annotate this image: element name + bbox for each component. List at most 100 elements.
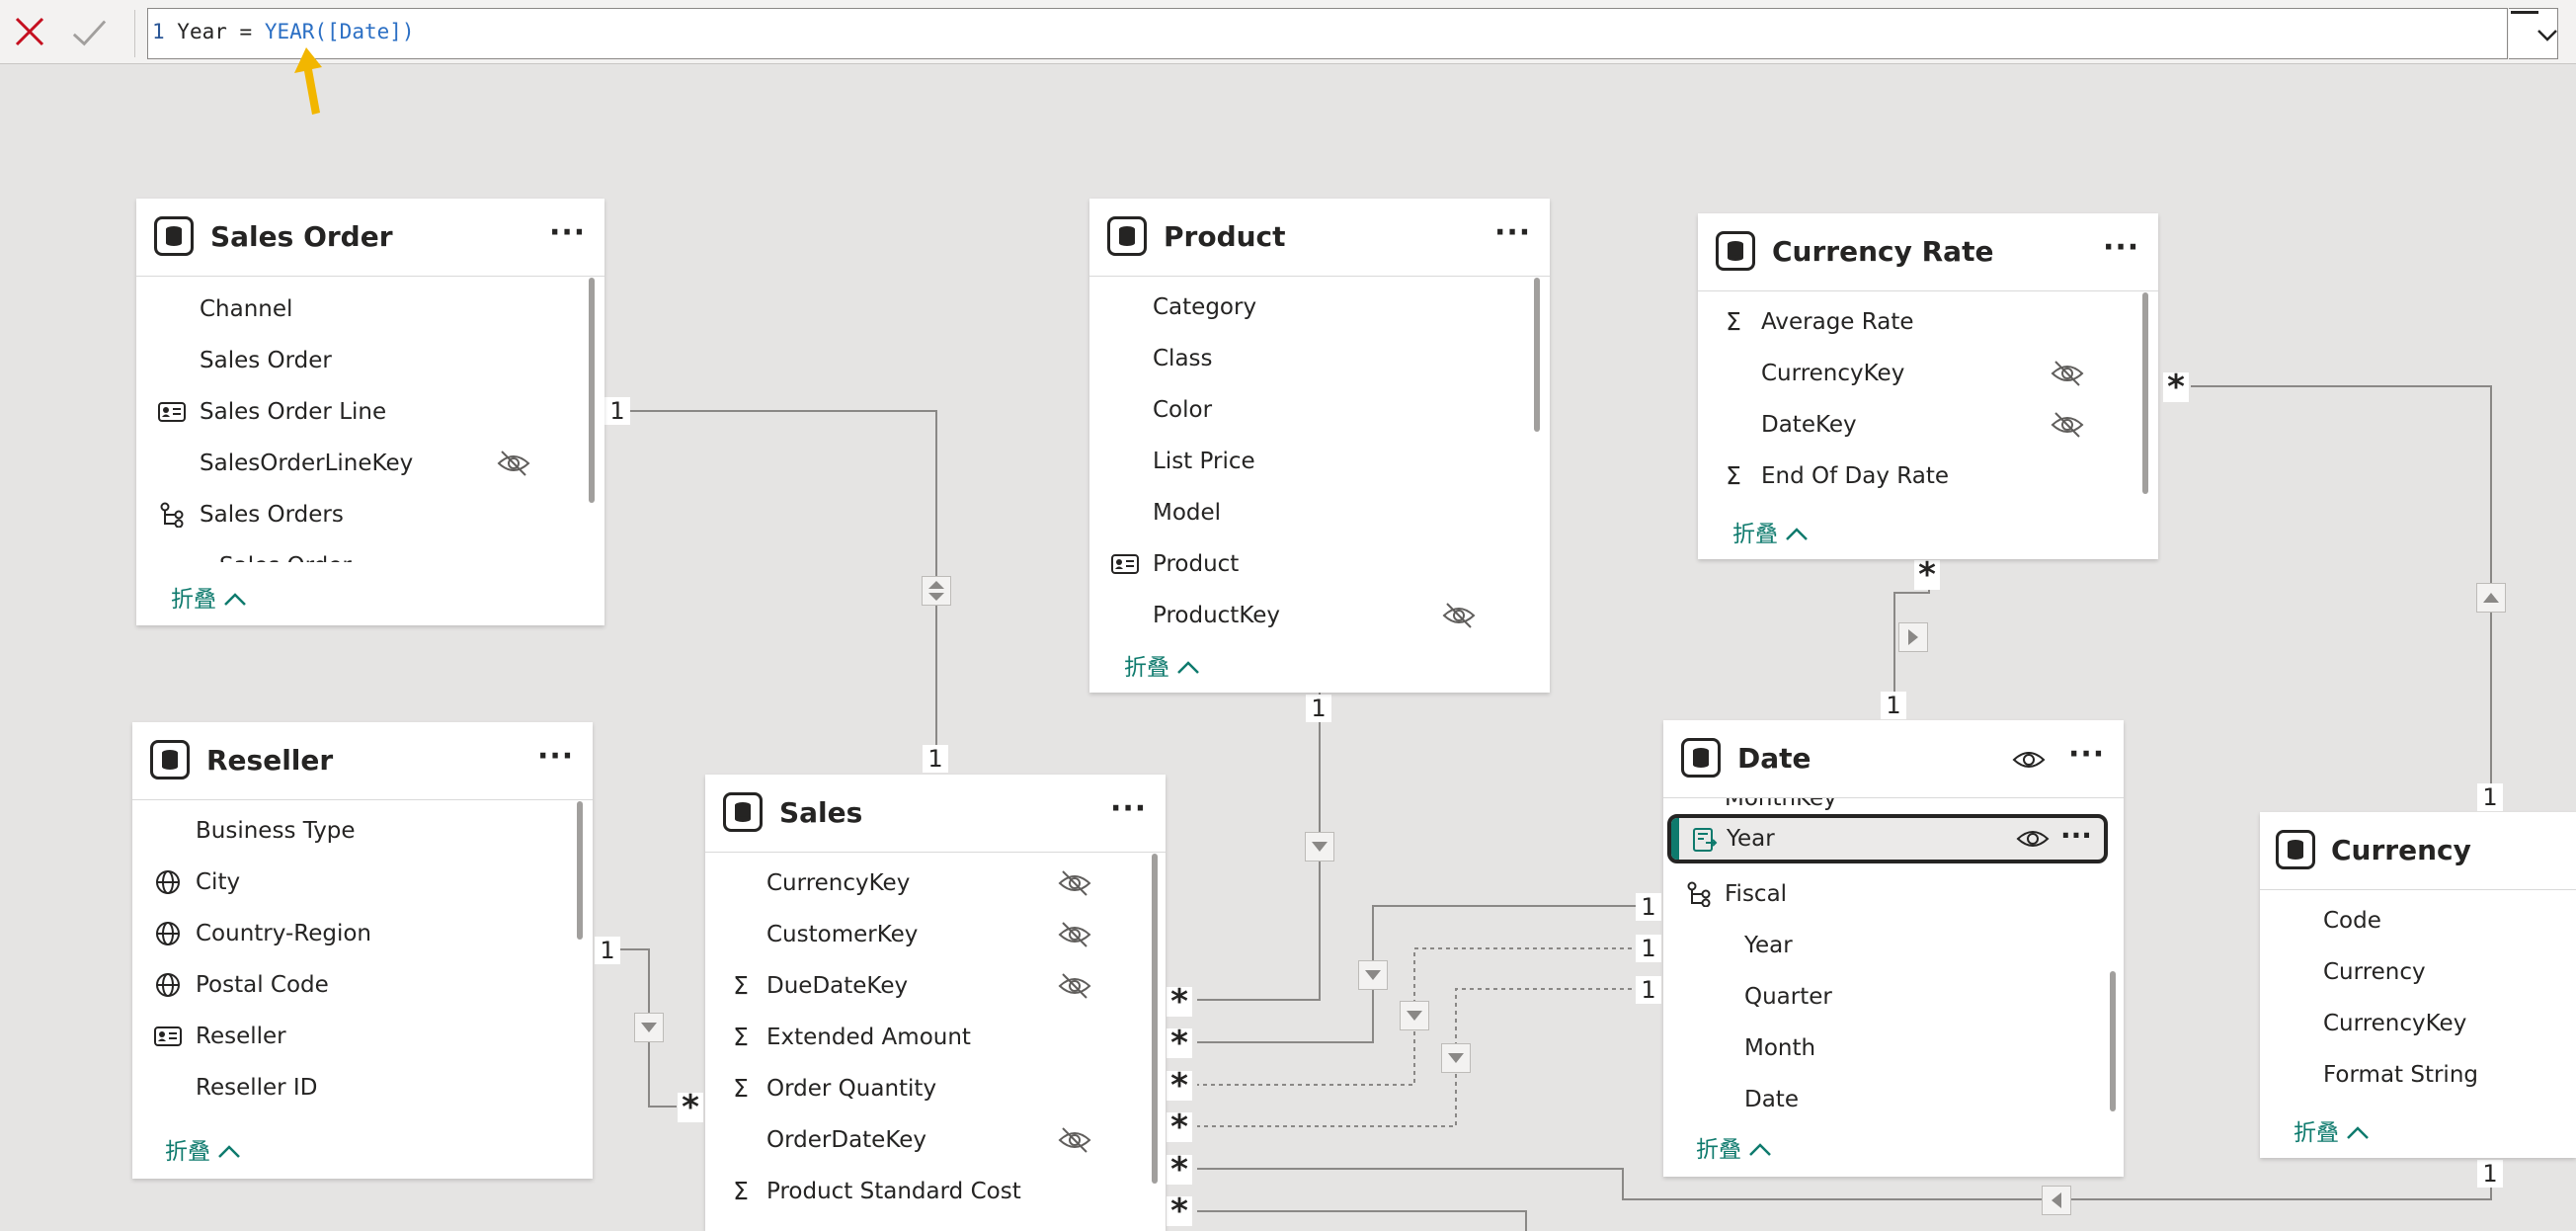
visible-eye-icon[interactable] xyxy=(2015,825,2051,853)
hidden-eye-icon[interactable] xyxy=(1057,921,1092,948)
field-row[interactable]: Σ Product Standard Cost xyxy=(705,1166,1130,1217)
scrollbar[interactable] xyxy=(577,801,583,940)
field-row[interactable]: Sales Order Line xyxy=(136,386,571,438)
collapse-label: 折叠 xyxy=(1696,1137,1741,1163)
collapse-button[interactable]: 折叠 xyxy=(165,1132,241,1166)
field-row[interactable]: Σ Average Rate xyxy=(1698,296,2123,348)
field-row[interactable]: Reseller ID xyxy=(132,1062,557,1113)
cardinality-many: * xyxy=(1167,1110,1192,1144)
table-card-date[interactable]: Date ··· MonthKey Year ··· Fiscal Year Q… xyxy=(1663,720,2124,1177)
field-label: List Price xyxy=(1153,449,1255,474)
hidden-eye-icon[interactable] xyxy=(2050,411,2085,439)
scrollbar[interactable] xyxy=(2110,971,2116,1111)
field-row[interactable]: Channel xyxy=(136,284,571,335)
field-row[interactable]: Business Type xyxy=(132,805,557,857)
hidden-eye-icon[interactable] xyxy=(2050,360,2085,387)
filter-direction-up[interactable] xyxy=(2476,583,2506,613)
collapse-button[interactable]: 折叠 xyxy=(1732,515,1809,548)
filter-direction-down[interactable] xyxy=(634,1013,664,1042)
hidden-eye-icon[interactable] xyxy=(1057,972,1092,1000)
filter-direction-down[interactable] xyxy=(1400,1001,1429,1030)
field-row[interactable]: Σ DueDateKey xyxy=(705,960,1130,1012)
field-row[interactable]: Σ Extended Amount xyxy=(705,1012,1130,1063)
field-row[interactable]: Month xyxy=(1663,1023,2088,1074)
field-row[interactable]: Year xyxy=(1663,920,2088,971)
globe-icon xyxy=(154,971,182,999)
table-card-header: Reseller ··· xyxy=(132,722,593,800)
field-row[interactable]: City xyxy=(132,857,557,908)
more-options-button[interactable]: ··· xyxy=(2068,720,2105,789)
field-row[interactable]: Date xyxy=(1663,1074,2088,1125)
scrollbar[interactable] xyxy=(1534,278,1540,432)
filter-direction-left[interactable] xyxy=(2042,1186,2071,1215)
more-options-button[interactable]: ··· xyxy=(1110,775,1147,844)
filter-direction-down[interactable] xyxy=(1441,1043,1471,1073)
hidden-eye-icon[interactable] xyxy=(1441,602,1477,629)
scrollbar[interactable] xyxy=(589,278,595,503)
sigma-icon: Σ xyxy=(1726,461,1741,490)
collapse-button[interactable]: 折叠 xyxy=(1696,1130,1772,1164)
field-row[interactable]: Fiscal xyxy=(1663,868,2088,920)
field-row[interactable]: Postal Code xyxy=(132,959,557,1011)
hidden-eye-icon[interactable] xyxy=(1057,1126,1092,1154)
field-row[interactable]: Currency xyxy=(2260,946,2556,998)
more-options-button[interactable]: ··· xyxy=(549,199,586,268)
filter-direction-down[interactable] xyxy=(1358,960,1388,990)
field-row[interactable]: Model xyxy=(1089,487,1514,538)
field-row[interactable]: Quarter xyxy=(1663,971,2088,1023)
collapse-button[interactable]: 折叠 xyxy=(171,580,247,614)
cardinality-many: * xyxy=(1167,1026,1192,1060)
hierarchy-icon xyxy=(158,501,186,529)
more-options-button[interactable]: ··· xyxy=(1494,199,1531,268)
field-row[interactable]: OrderDateKey xyxy=(705,1114,1130,1166)
field-row[interactable]: Σ End Of Day Rate xyxy=(1698,451,2123,502)
table-title: Product xyxy=(1164,220,1286,253)
table-card-reseller[interactable]: Reseller ··· Business Type City Country-… xyxy=(132,722,593,1179)
field-row[interactable]: Reseller xyxy=(132,1011,557,1062)
field-row[interactable]: Color xyxy=(1089,384,1514,436)
visible-eye-icon[interactable] xyxy=(2011,746,2047,774)
hidden-eye-icon[interactable] xyxy=(496,450,531,477)
field-row[interactable]: Country-Region xyxy=(132,908,557,959)
field-row[interactable]: Format String xyxy=(2260,1049,2556,1101)
cardinality-one: 1 xyxy=(1881,692,1906,719)
field-row[interactable]: Product xyxy=(1089,538,1514,590)
table-card-currency[interactable]: Currency Code Currency CurrencyKey Forma… xyxy=(2260,812,2576,1158)
cardinality-many: * xyxy=(1167,1194,1192,1228)
more-options-button[interactable]: ··· xyxy=(537,722,574,791)
field-row[interactable]: DateKey xyxy=(1698,399,2123,451)
hidden-eye-icon[interactable] xyxy=(1057,869,1092,897)
table-card-product[interactable]: Product ··· Category Class Color List Pr… xyxy=(1089,199,1550,693)
table-card-sales-order[interactable]: Sales Order ··· Channel Sales Order Sale… xyxy=(136,199,604,625)
field-row[interactable]: CurrencyKey xyxy=(705,858,1130,909)
field-label: Category xyxy=(1153,294,1257,320)
field-row[interactable]: CurrencyKey xyxy=(2260,998,2556,1049)
field-row[interactable]: Class xyxy=(1089,333,1514,384)
field-row[interactable]: Code xyxy=(2260,895,2556,946)
field-row[interactable]: CustomerKey xyxy=(705,909,1130,960)
more-options-button[interactable]: ··· xyxy=(2103,213,2139,283)
selected-field-row[interactable]: Year ··· xyxy=(1667,814,2108,863)
table-card-sales[interactable]: Sales ··· CurrencyKey CustomerKey Σ DueDa… xyxy=(705,775,1166,1231)
scrollbar[interactable] xyxy=(2142,292,2148,494)
field-more-button[interactable]: ··· xyxy=(2060,818,2092,854)
field-row[interactable]: Category xyxy=(1089,282,1514,333)
field-row[interactable]: List Price xyxy=(1089,436,1514,487)
field-row[interactable]: Sales Order xyxy=(136,540,571,562)
collapse-button[interactable]: 折叠 xyxy=(1124,648,1200,682)
field-row[interactable]: SalesOrderLineKey xyxy=(136,438,571,489)
field-row[interactable]: Sales Orders xyxy=(136,489,571,540)
field-label: Reseller xyxy=(196,1024,286,1049)
filter-direction-right[interactable] xyxy=(1898,622,1928,652)
collapse-button[interactable]: 折叠 xyxy=(2294,1113,2370,1147)
field-row[interactable]: ProductKey xyxy=(1089,590,1514,641)
field-row[interactable]: Sales Order xyxy=(136,335,571,386)
field-row[interactable]: Σ Order Quantity xyxy=(705,1063,1130,1114)
scrollbar[interactable] xyxy=(1152,854,1158,1184)
filter-direction-both[interactable] xyxy=(922,576,951,606)
table-card-currency-rate[interactable]: Currency Rate ··· Σ Average Rate Currency… xyxy=(1698,213,2158,559)
field-row[interactable]: CurrencyKey xyxy=(1698,348,2123,399)
filter-direction-down[interactable] xyxy=(1305,832,1334,862)
field-label: Postal Code xyxy=(196,972,329,998)
sigma-icon: Σ xyxy=(733,1023,749,1051)
